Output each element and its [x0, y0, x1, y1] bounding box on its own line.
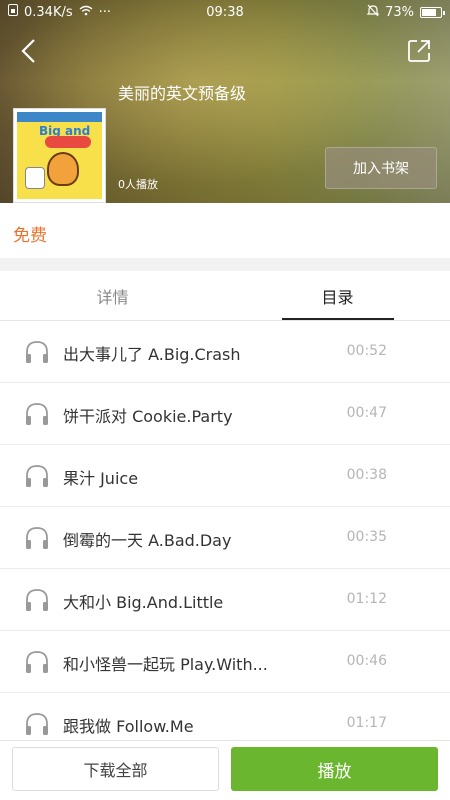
active-tab-indicator — [282, 318, 394, 320]
section-divider — [0, 258, 450, 271]
track-duration: 00:47 — [346, 405, 387, 421]
track-list: 出大事儿了 A.Big.Crash 00:52 饼干派对 Cookie.Part… — [0, 321, 450, 755]
bottom-action-bar: 下载全部 播放 — [0, 740, 450, 800]
wifi-icon — [79, 5, 93, 20]
album-cover: Big and — [13, 108, 106, 203]
battery-icon — [420, 6, 445, 18]
download-all-button[interactable]: 下载全部 — [12, 747, 219, 791]
headphones-icon — [26, 589, 48, 611]
more-indicator: ··· — [98, 4, 112, 20]
price-label: 免费 — [13, 226, 47, 246]
album-title: 美丽的英文预备级 — [118, 84, 247, 103]
track-row[interactable]: 大和小 Big.And.Little 01:12 — [0, 569, 450, 631]
share-button[interactable] — [406, 38, 432, 64]
track-title: 和小怪兽一起玩 Play.With... — [63, 655, 268, 674]
track-row[interactable]: 和小怪兽一起玩 Play.With... 00:46 — [0, 631, 450, 693]
headphones-icon — [26, 527, 48, 549]
track-title: 倒霉的一天 A.Bad.Day — [63, 531, 232, 550]
track-duration: 00:46 — [346, 653, 387, 669]
play-count: 0人播放 — [118, 178, 158, 191]
track-title: 大和小 Big.And.Little — [63, 593, 224, 612]
net-speed: 0.34K/s — [24, 4, 73, 20]
track-row[interactable]: 果汁 Juice 00:38 — [0, 445, 450, 507]
headphones-icon — [26, 651, 48, 673]
track-duration: 00:38 — [346, 467, 387, 483]
tab-bar: 详情 目录 — [0, 271, 450, 321]
back-button[interactable] — [14, 36, 44, 66]
share-icon — [408, 40, 430, 62]
sim-icon — [8, 4, 18, 20]
status-bar: 0.34K/s ··· 09:38 73% — [0, 0, 450, 24]
track-duration: 00:52 — [346, 343, 387, 359]
headphones-icon — [26, 403, 48, 425]
mute-icon — [366, 4, 380, 21]
headphones-icon — [26, 465, 48, 487]
add-to-shelf-button[interactable]: 加入书架 — [325, 147, 437, 189]
track-duration: 01:12 — [346, 591, 387, 607]
tab-details[interactable]: 详情 — [0, 271, 225, 321]
track-title: 出大事儿了 A.Big.Crash — [63, 345, 241, 364]
track-title: 饼干派对 Cookie.Party — [63, 407, 233, 426]
track-row[interactable]: 倒霉的一天 A.Bad.Day 00:35 — [0, 507, 450, 569]
track-row[interactable]: 饼干派对 Cookie.Party 00:47 — [0, 383, 450, 445]
battery-percent: 73% — [385, 4, 414, 20]
track-duration: 01:17 — [346, 715, 387, 731]
headphones-icon — [26, 341, 48, 363]
headphones-icon — [26, 713, 48, 735]
track-duration: 00:35 — [346, 529, 387, 545]
play-button[interactable]: 播放 — [231, 747, 438, 791]
price-row: 免费 — [0, 203, 450, 259]
tab-catalog[interactable]: 目录 — [225, 271, 450, 321]
track-title: 果汁 Juice — [63, 469, 139, 488]
track-title: 跟我做 Follow.Me — [63, 717, 194, 736]
chevron-left-icon — [21, 39, 35, 63]
track-row[interactable]: 出大事儿了 A.Big.Crash 00:52 — [0, 321, 450, 383]
